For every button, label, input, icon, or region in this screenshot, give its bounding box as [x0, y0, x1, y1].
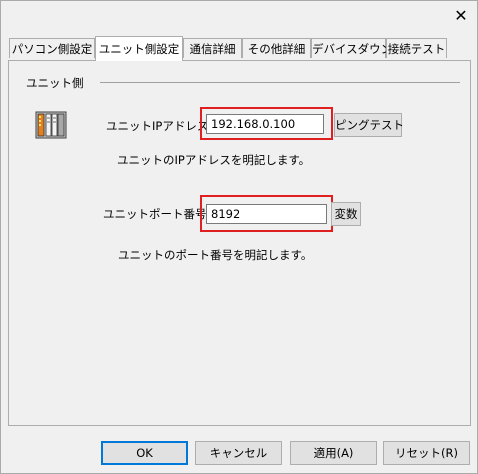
ip-address-input[interactable]: 192.168.0.100: [206, 114, 324, 134]
ip-description: ユニットのIPアドレスを明記します。: [117, 153, 311, 167]
tab-device-down[interactable]: デバイスダウン: [311, 38, 392, 58]
tab-unit-settings[interactable]: ユニット側設定: [95, 36, 183, 61]
group-title: ユニット側: [26, 76, 84, 90]
settings-dialog: ✕ パソコン側設定 ユニット側設定 通信詳細 その他詳細 デバイスダウン 接続テ…: [0, 0, 478, 474]
variable-button[interactable]: 変数: [331, 202, 361, 226]
tab-connection-test[interactable]: 接続テスト: [386, 38, 447, 58]
close-icon: ✕: [454, 5, 468, 25]
cancel-button[interactable]: キャンセル: [195, 441, 282, 465]
tab-communication-details[interactable]: 通信詳細: [183, 38, 242, 58]
tab-other-details[interactable]: その他詳細: [242, 38, 311, 58]
close-button[interactable]: ✕: [447, 4, 475, 26]
reset-button[interactable]: リセット(R): [383, 441, 470, 465]
ping-test-button[interactable]: ピングテスト: [334, 113, 404, 137]
tab-pc-settings[interactable]: パソコン側設定: [9, 38, 95, 58]
group-divider: [100, 82, 460, 83]
port-description: ユニットのポート番号を明記します。: [118, 248, 313, 262]
unit-settings-panel: ユニット側 ユニットIPアドレス： 192.168.0.100 ピングテスト ユ…: [8, 60, 471, 426]
apply-button[interactable]: 適用(A): [290, 441, 377, 465]
ok-button[interactable]: OK: [101, 441, 188, 465]
plc-unit-icon: [35, 111, 67, 139]
port-number-input[interactable]: 8192: [206, 204, 327, 224]
